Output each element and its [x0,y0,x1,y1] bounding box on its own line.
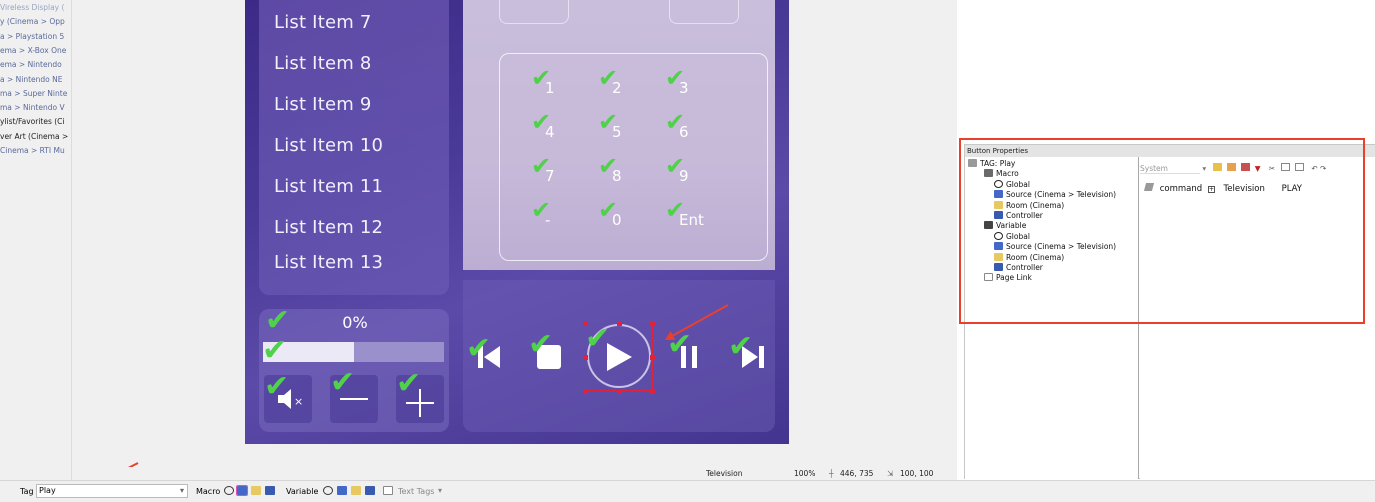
tag-input[interactable]: Play [36,484,188,498]
check-icon: ✔ [598,196,619,224]
macro-label: Macro [196,487,221,496]
check-icon: ✔ [528,327,554,362]
check-icon: ✔ [330,365,356,400]
keypad-key[interactable]: 9 ✔ [665,154,705,188]
controller-icon[interactable] [365,486,375,495]
source-list-item[interactable]: y (Cinema > Opp [0,15,72,29]
tag-label: Tag [20,487,34,496]
controller-icon[interactable] [265,486,275,495]
check-icon: ✔ [396,366,422,401]
resize-handle[interactable] [617,321,622,326]
check-icon: ✔ [531,196,552,224]
source-list-item[interactable]: ver Art (Cinema > [0,130,72,144]
list-item[interactable]: List Item 9 [274,94,372,115]
play-button-selection[interactable] [585,323,653,391]
resize-handle[interactable] [583,321,588,326]
check-icon: ✔ [598,64,619,92]
progress-label: 0% [342,313,368,332]
keypad-key[interactable]: 3 ✔ [665,66,705,100]
status-zoom: 100% [794,469,816,478]
check-icon: ✔ [665,196,686,224]
size-icon: ⇲ [887,469,894,478]
check-icon: ✔ [665,152,686,180]
check-icon: ✔ [466,331,492,366]
resize-handle[interactable] [650,321,655,326]
page-icon[interactable] [383,486,393,495]
check-icon: ✔ [598,108,619,136]
source-list-item[interactable]: ma > Super Ninte [0,87,72,101]
keypad-key[interactable]: 6 ✔ [665,110,705,144]
app-window: Vireless Display (y (Cinema > Opp a > Pla… [0,0,1375,502]
status-device: Television [706,469,743,478]
resize-handle[interactable] [617,389,622,394]
list-item[interactable]: List Item 13 [274,252,383,273]
list-item[interactable]: List Item 12 [274,217,383,238]
top-button-left[interactable] [499,0,569,24]
check-icon: ✔ [531,64,552,92]
keypad-key[interactable]: 4 ✔ [531,110,571,144]
tag-dropdown-icon[interactable]: ▾ [180,486,184,495]
source-list-item[interactable]: a > Playstation 5 [0,30,72,44]
source-list-item[interactable]: ema > X-Box One [0,44,72,58]
position-icon: ┼ [829,469,834,478]
list-item[interactable]: List Item 7 [274,12,372,33]
source-list-item[interactable]: Vireless Display ( [0,1,72,15]
resize-handle[interactable] [650,355,655,360]
status-bar: Television 100% ┼ 446, 735 ⇲ 100, 100 [72,467,957,480]
source-list-item[interactable]: a > Nintendo NE [0,73,72,87]
svg-text:×: × [294,395,303,408]
keypad-key[interactable]: Ent ✔ [665,198,705,232]
source-list: Vireless Display (y (Cinema > Opp a > Pla… [0,0,72,480]
resize-handle[interactable] [650,389,655,394]
variable-label: Variable [286,487,319,496]
room-icon[interactable] [251,486,261,495]
keypad-key[interactable]: 8 ✔ [598,154,638,188]
check-icon: ✔ [264,369,290,404]
check-icon: ✔ [262,333,288,368]
check-icon: ✔ [531,108,552,136]
check-icon: ✔ [598,152,619,180]
keypad-key[interactable]: - ✔ [531,198,571,232]
list-item[interactable]: List Item 10 [274,135,383,156]
status-size: 100, 100 [900,469,934,478]
keypad-key[interactable]: 7 ✔ [531,154,571,188]
status-position: 446, 735 [840,469,874,478]
keypad-key[interactable]: 5 ✔ [598,110,638,144]
room-icon[interactable] [351,486,361,495]
text-tags-dropdown-icon[interactable]: ▾ [438,486,442,495]
highlight-box [959,138,1365,324]
list-item[interactable]: List Item 8 [274,53,372,74]
source-list-item[interactable]: Cinema > RTI Mu [0,144,72,158]
globe-icon[interactable] [323,486,333,495]
check-icon: ✔ [665,64,686,92]
source-list-item[interactable]: ylist/Favorites (Ci [0,115,72,129]
source-list-item[interactable]: ema > Nintendo [0,58,72,72]
source-list-item[interactable]: ma > Nintendo V [0,101,72,115]
resize-handle[interactable] [583,355,588,360]
keypad-key[interactable]: 2 ✔ [598,66,638,100]
check-icon: ✔ [531,152,552,180]
text-tags-label[interactable]: Text Tags [398,487,434,496]
check-icon: ✔ [728,329,754,364]
check-icon: ✔ [665,108,686,136]
keypad-key[interactable]: 1 ✔ [531,66,571,100]
top-button-right[interactable] [669,0,739,24]
globe-icon[interactable] [224,486,234,495]
source-icon[interactable] [236,485,248,496]
source-icon[interactable] [337,486,347,495]
check-icon: ✔ [265,303,291,338]
keypad-key[interactable]: 0 ✔ [598,198,638,232]
list-item[interactable]: List Item 11 [274,176,383,197]
resize-handle[interactable] [583,389,588,394]
